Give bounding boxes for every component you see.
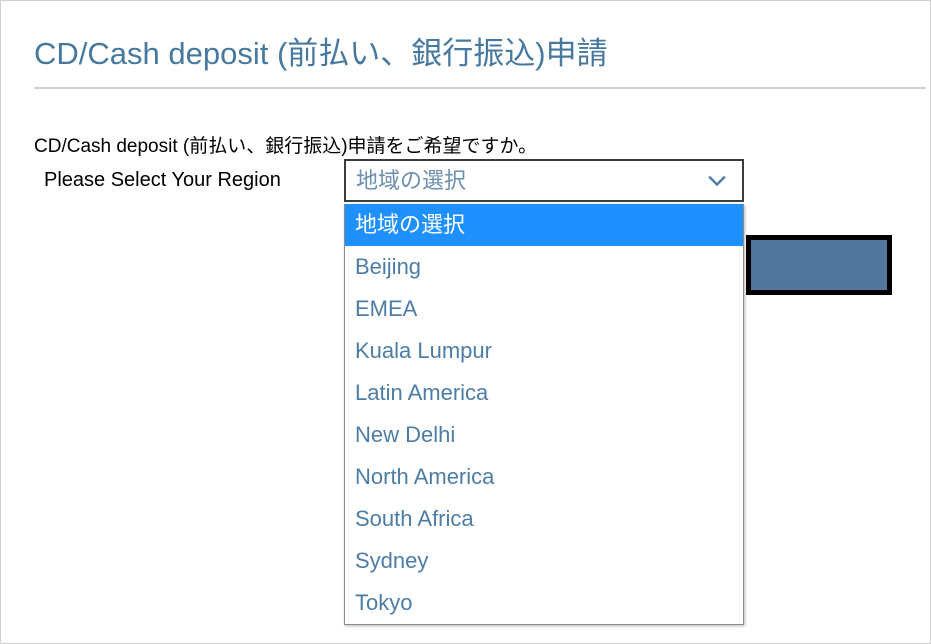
dropdown-option[interactable]: South Africa	[345, 498, 743, 540]
region-dropdown-list[interactable]: 地域の選択 Beijing EMEA Kuala Lumpur Latin Americ…	[344, 204, 744, 625]
dropdown-option[interactable]: Kuala Lumpur	[345, 330, 743, 372]
dropdown-option[interactable]: Sydney	[345, 540, 743, 582]
dropdown-option[interactable]: New Delhi	[345, 414, 743, 456]
page-title: CD/Cash deposit (前払い、銀行振込)申請	[34, 35, 608, 71]
region-select-label: Please Select Your Region	[44, 169, 281, 191]
page-root: CD/Cash deposit (前払い、銀行振込)申請 CD/Cash dep…	[0, 0, 931, 644]
dropdown-option[interactable]: Latin America	[345, 372, 743, 414]
title-divider	[34, 87, 926, 89]
chevron-down-icon[interactable]	[706, 170, 728, 192]
dropdown-option[interactable]: North America	[345, 456, 743, 498]
region-select-value: 地域の選択	[356, 167, 467, 193]
submit-button[interactable]	[746, 235, 892, 295]
region-select[interactable]: 地域の選択	[344, 159, 744, 202]
dropdown-option[interactable]: EMEA	[345, 288, 743, 330]
dropdown-option[interactable]: Tokyo	[345, 582, 743, 624]
intro-text: CD/Cash deposit (前払い、銀行振込)申請をご希望ですか。	[34, 136, 538, 157]
dropdown-option[interactable]: 地域の選択	[345, 204, 743, 246]
region-select-trigger[interactable]: 地域の選択	[344, 159, 744, 202]
dropdown-option[interactable]: Beijing	[345, 246, 743, 288]
